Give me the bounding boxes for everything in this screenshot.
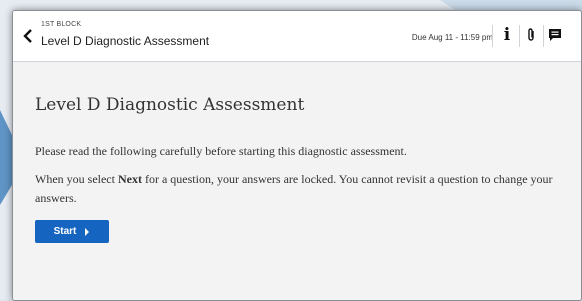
assessment-window: 1ST BLOCK Level D Diagnostic Assessment … bbox=[12, 10, 582, 301]
header-title: Level D Diagnostic Assessment bbox=[41, 34, 210, 48]
main-content: Level D Diagnostic Assessment Please rea… bbox=[13, 62, 581, 300]
start-button-label: Start bbox=[53, 226, 77, 237]
due-date: Due Aug 11 - 11:59 pm bbox=[411, 33, 493, 42]
instructions-text-start: When you select bbox=[35, 172, 118, 186]
page-title: Level D Diagnostic Assessment bbox=[35, 95, 305, 115]
intro-text: Please read the following carefully befo… bbox=[35, 144, 407, 158]
paperclip-icon[interactable] bbox=[519, 23, 543, 47]
start-button[interactable]: Start bbox=[35, 220, 109, 243]
header-bar: 1ST BLOCK Level D Diagnostic Assessment … bbox=[13, 11, 581, 62]
breadcrumb: 1ST BLOCK bbox=[41, 21, 82, 28]
back-button[interactable] bbox=[21, 25, 35, 47]
header-divider bbox=[492, 25, 493, 47]
next-keyword: Next bbox=[117, 172, 142, 186]
instructions-text: When you select Next for a question, you… bbox=[35, 170, 565, 208]
caret-right-icon bbox=[85, 227, 90, 236]
info-icon[interactable]: i bbox=[495, 23, 519, 47]
chat-icon[interactable] bbox=[543, 23, 567, 47]
chevron-left-icon bbox=[23, 29, 32, 43]
